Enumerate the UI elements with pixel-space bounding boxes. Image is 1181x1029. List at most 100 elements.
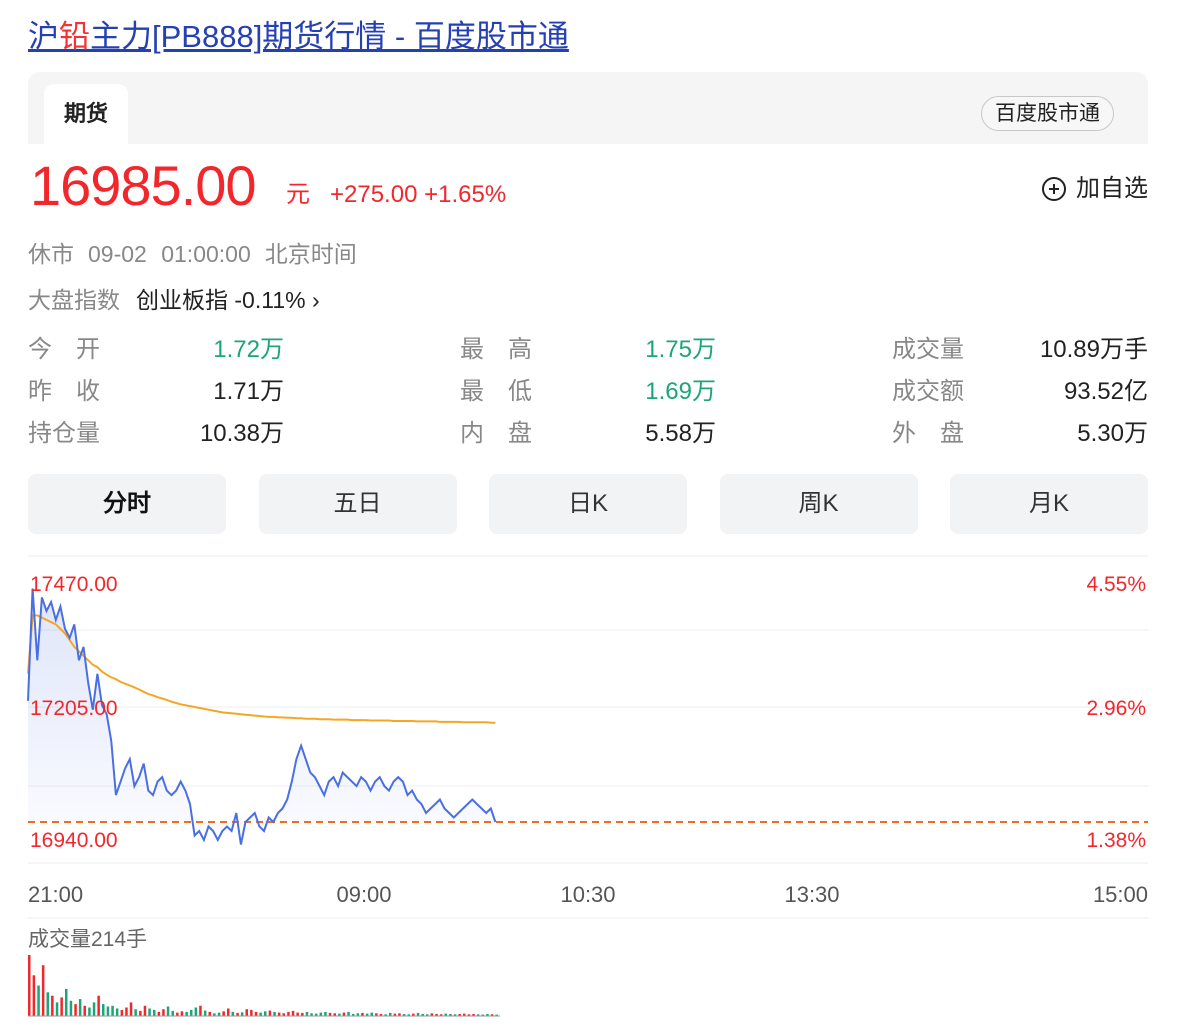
y-axis-label: 17470.00 [30,573,118,596]
tab-daily-k[interactable]: 日K [489,474,687,534]
tab-intraday[interactable]: 分时 [28,474,226,534]
intraday-chart[interactable]: 17470.00 17205.00 16940.00 4.55% 2.96% 1.38% 2… [0,540,1181,1029]
title-highlight: 铅 [59,19,90,54]
pct-axis-label: 2.96% [1086,697,1146,720]
volume-bar [115,1008,119,1016]
stats-grid: 今 开 1.72万 最 高 1.75万 成交量 10.89万手 昨 收 1.71… [28,330,1148,456]
add-watchlist-button[interactable]: 加自选 [1042,172,1148,206]
volume-bar [287,1011,290,1016]
inner-label: 内 盘 [460,420,532,447]
volume-bar [203,1010,207,1016]
open-value: 1.72万 [213,336,284,363]
tab-futures[interactable]: 期货 [44,84,128,144]
current-price: 16985.00 [30,154,257,217]
volume-bar [55,1002,59,1016]
volume-bar [65,988,68,1016]
tab-monthly-k[interactable]: 月K [950,474,1148,534]
x-axis-label: 10:30 [560,882,615,907]
volume-bar [227,1008,230,1016]
volume-bar [129,1002,133,1016]
volume-bar [28,955,31,1016]
volume-bar [83,1005,86,1016]
volume-bar [88,1007,91,1016]
volume-bar [273,1011,276,1016]
volume-bar [324,1011,327,1016]
price-change: +275.00 +1.65% [330,181,507,208]
high-value: 1.75万 [645,336,716,363]
open-interest-label: 持仓量 [28,420,100,447]
prev-close-value: 1.71万 [213,378,284,405]
status-text: 休市 [28,241,74,267]
volume-bar [240,1012,244,1016]
source-badge[interactable]: 百度股市通 [981,96,1114,131]
volume-bar [222,1011,225,1016]
index-line: 大盘指数 创业板指 -0.11% › [28,284,320,316]
volume-bar [259,1012,262,1016]
volume-bar [250,1009,253,1016]
x-axis-label: 13:30 [784,882,839,907]
pct-axis-label: 4.55% [1086,573,1146,596]
volume-bar [166,1006,170,1016]
volume-bar [97,995,100,1016]
low-value: 1.69万 [645,378,716,405]
volume-bar [106,1006,110,1016]
index-link[interactable]: 创业板指 -0.11% › [136,287,320,313]
volume-bar [217,1012,221,1016]
volume-bar [296,1012,299,1016]
volume-bar [153,1009,156,1016]
volume-bar [199,1005,202,1016]
volume-bar [171,1010,174,1016]
volume-bar [342,1012,346,1016]
volume-bar [51,995,54,1016]
pct-axis-label: 1.38% [1086,829,1146,852]
open-interest-value: 10.38万 [199,420,284,447]
category-tabbar: 期货 百度股市通 [28,72,1148,144]
title-prefix: 沪 [28,19,59,54]
volume-bar [208,1011,211,1016]
volume-label: 成交量214手 [28,928,147,951]
volume-bar [102,1004,105,1016]
volume-bar [157,1011,161,1016]
volume-bar [46,992,49,1016]
volume-bar [264,1011,267,1016]
volume-bar [92,1002,96,1016]
tab-weekly-k[interactable]: 周K [719,474,918,534]
volume-label: 成交量 [892,336,964,363]
volume-bar [120,1009,124,1016]
volume-bar [190,1009,193,1016]
x-axis-label: 15:00 [1093,882,1148,907]
page-title[interactable]: 沪铅主力[PB888]期货行情 - 百度股市通 [28,16,569,58]
volume-bar [32,975,36,1016]
prev-close-label: 昨 收 [28,378,100,405]
volume-bar [245,1009,248,1016]
volume-bar [291,1010,295,1016]
outer-label: 外 盘 [892,420,964,447]
volume-bar [176,1012,179,1016]
status-datetime: 09-02 01:00:00 [88,241,251,267]
volume-bar [194,1007,198,1016]
volume-bar [41,965,45,1016]
volume-bar [347,1011,350,1016]
add-watchlist-label: 加自选 [1076,175,1148,202]
y-axis-label: 17205.00 [30,697,118,720]
volume-bar [148,1008,151,1016]
volume-bar [254,1011,258,1016]
index-label: 大盘指数 [28,287,120,313]
volume-bar [305,1011,309,1016]
volume-bar [139,1010,142,1016]
open-label: 今 开 [28,336,100,363]
volume-bar [143,1005,147,1016]
turnover-value: 93.52亿 [1063,378,1148,405]
inner-value: 5.58万 [645,420,716,447]
volume-bar [134,1009,137,1016]
chart-grid [28,555,1148,919]
volume-bar [125,1007,128,1016]
high-label: 最 高 [460,336,532,363]
outer-value: 5.30万 [1077,420,1148,447]
low-label: 最 低 [460,378,532,405]
volume-bar [268,1010,272,1016]
chart-lines [27,588,1148,845]
volume-bar [180,1011,184,1016]
stat-row: 昨 收 1.71万 最 低 1.69万 成交额 93.52亿 [28,372,1148,414]
tab-five-day[interactable]: 五日 [258,474,457,534]
